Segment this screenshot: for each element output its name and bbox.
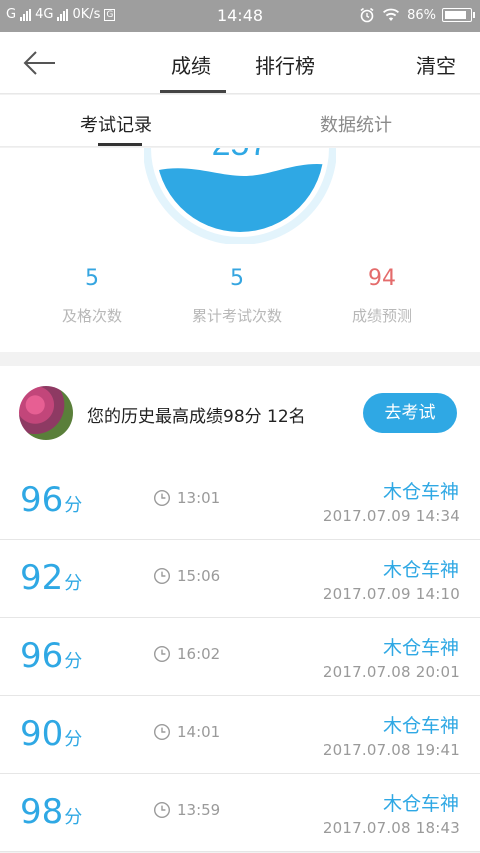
stat-score-prediction: 94 成绩预测 (302, 266, 462, 326)
record-score: 90分 (20, 714, 83, 754)
record-name: 木仓车神 (382, 715, 459, 737)
clock-icon (153, 489, 171, 507)
status-right: 86% (359, 7, 475, 23)
record-score: 98分 (20, 792, 83, 832)
record-row[interactable]: 96分 16:02 木仓车神 2017.07.08 20:01 (0, 618, 480, 696)
record-row[interactable]: 92分 15:06 木仓车神 2017.07.09 14:10 (0, 540, 480, 618)
tab-exam-records[interactable]: 考试记录 (80, 111, 152, 137)
record-duration: 15:06 (177, 567, 221, 585)
record-name: 木仓车神 (382, 793, 459, 815)
record-date: 2017.07.08 20:01 (322, 663, 460, 681)
clock-icon (153, 801, 171, 819)
avatar[interactable] (19, 386, 73, 440)
go-exam-button[interactable]: 去考试 (363, 393, 457, 433)
record-duration: 14:01 (177, 723, 221, 741)
clock-icon (153, 723, 171, 741)
wifi-icon (383, 8, 400, 21)
clear-button[interactable]: 清空 (416, 50, 456, 79)
tab-ranking[interactable]: 排行榜 (255, 50, 315, 79)
gauge-value: 257 (212, 148, 269, 163)
battery-percent: 86% (407, 7, 436, 23)
record-name: 木仓车神 (382, 481, 459, 503)
record-date: 2017.07.08 19:41 (322, 741, 460, 759)
subtab-underline (98, 143, 142, 146)
sub-tabs: 考试记录 数据统计 (0, 95, 480, 147)
stat-label: 及格次数 (61, 307, 122, 325)
record-score: 92分 (20, 558, 83, 598)
record-row[interactable]: 90分 14:01 木仓车神 2017.07.08 19:41 (0, 696, 480, 774)
tab-data-statistics[interactable]: 数据统计 (320, 111, 392, 137)
stat-value: 5 (230, 266, 244, 291)
record-date: 2017.07.09 14:34 (322, 507, 460, 525)
battery-icon (442, 8, 475, 22)
score-gauge: 257 (144, 148, 336, 244)
nav-bar: 成绩 排行榜 清空 (0, 32, 480, 94)
record-score: 96分 (20, 480, 83, 520)
stat-value: 94 (368, 266, 396, 291)
status-bar: G 4G 0K/s G 14:48 86% (0, 0, 480, 32)
record-date: 2017.07.09 14:10 (322, 585, 460, 603)
record-name: 木仓车神 (382, 559, 459, 581)
clock-icon (153, 645, 171, 663)
record-duration: 13:59 (177, 801, 221, 819)
record-score: 96分 (20, 636, 83, 676)
stat-label: 成绩预测 (351, 307, 412, 325)
record-name: 木仓车神 (382, 637, 459, 659)
stats-card: 257 5 及格次数 5 累计考试次数 94 成绩预测 (0, 148, 480, 352)
stat-label: 累计考试次数 (191, 307, 282, 325)
stat-value: 5 (85, 266, 99, 291)
stat-total-exams: 5 累计考试次数 (157, 266, 317, 326)
record-date: 2017.07.08 18:43 (322, 819, 460, 837)
records-list: 96分 13:01 木仓车神 2017.07.09 14:34 92分 15:0… (0, 462, 480, 852)
record-row[interactable]: 98分 13:59 木仓车神 2017.07.08 18:43 (0, 774, 480, 852)
tab-scores[interactable]: 成绩 (171, 50, 211, 79)
alarm-icon (360, 7, 374, 23)
tab-underline (160, 90, 226, 93)
clock-icon (153, 567, 171, 585)
history-header: 您的历史最高成绩98分 12名 去考试 (0, 366, 480, 462)
back-arrow-icon[interactable] (22, 49, 58, 77)
best-score-text: 您的历史最高成绩98分 12名 (87, 407, 306, 427)
stat-pass-count: 5 及格次数 (12, 266, 172, 326)
record-duration: 16:02 (177, 645, 221, 663)
record-duration: 13:01 (177, 489, 221, 507)
record-row[interactable]: 96分 13:01 木仓车神 2017.07.09 14:34 (0, 462, 480, 540)
